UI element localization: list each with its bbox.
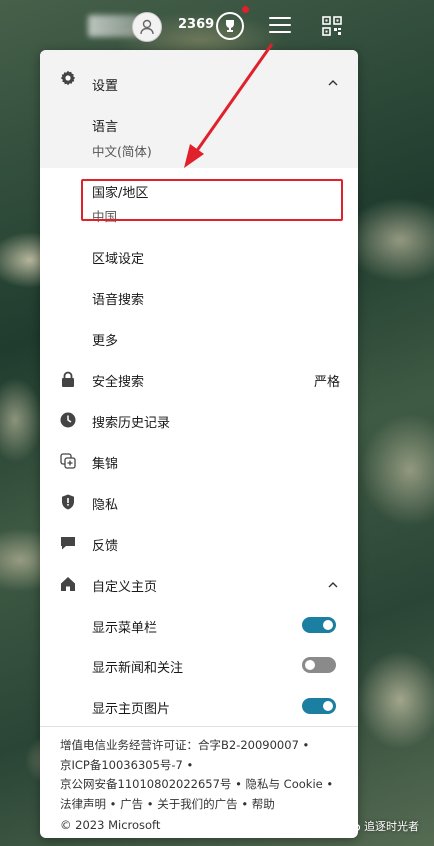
chevron-up-icon[interactable] bbox=[328, 78, 338, 88]
safe-search-label: 安全搜索 bbox=[92, 375, 145, 390]
footer-license: 增值电信业务经营许可证：合字B2-20090007 • bbox=[60, 738, 310, 752]
show-news-label: 显示新闻和关注 bbox=[92, 661, 184, 676]
customize-homepage-header[interactable]: 自定义主页 bbox=[40, 570, 358, 598]
privacy-label: 隐私 bbox=[92, 498, 119, 513]
trophy-icon[interactable] bbox=[216, 12, 244, 40]
settings-header[interactable]: 设置 bbox=[40, 50, 358, 106]
show-image-label: 显示主页图片 bbox=[92, 702, 171, 717]
collections-item[interactable]: 集锦 bbox=[40, 447, 358, 475]
footer-icp: 京ICP备10036305号-7 • bbox=[60, 757, 194, 772]
locale-setting[interactable]: 区域设定 bbox=[40, 242, 358, 270]
footer-divider bbox=[40, 726, 358, 727]
rewards-points[interactable]: 2369 bbox=[178, 17, 214, 32]
chevron-up-icon[interactable] bbox=[328, 580, 338, 590]
search-history-item[interactable]: 搜索历史记录 bbox=[40, 406, 358, 434]
language-label: 语言 bbox=[92, 120, 119, 135]
locale-label: 区域设定 bbox=[92, 252, 145, 267]
show-news-toggle[interactable] bbox=[302, 657, 336, 673]
watermark-text: 追逐时光者 bbox=[364, 820, 419, 833]
search-history-label: 搜索历史记录 bbox=[92, 416, 171, 431]
wechat-icon bbox=[346, 820, 360, 832]
settings-title: 设置 bbox=[92, 79, 119, 94]
notification-dot bbox=[242, 6, 249, 13]
lock-icon bbox=[60, 371, 76, 387]
show-menubar-toggle[interactable] bbox=[302, 617, 336, 633]
feedback-label: 反馈 bbox=[92, 539, 119, 554]
user-icon[interactable] bbox=[132, 12, 162, 42]
clock-icon bbox=[60, 412, 76, 428]
voice-search-label: 语音搜索 bbox=[92, 293, 145, 308]
collections-label: 集锦 bbox=[92, 457, 119, 472]
watermark: 追逐时光者 bbox=[346, 818, 419, 834]
footer-links-2[interactable]: 法律声明 • 广告 • 关于我们的广告 • 帮助 bbox=[60, 795, 350, 815]
footer-copyright: © 2023 Microsoft bbox=[60, 818, 161, 832]
language-value: 中文(简体) bbox=[92, 144, 152, 159]
toggle-row-menubar: 显示菜单栏 bbox=[40, 611, 358, 639]
menu-icon[interactable] bbox=[269, 17, 291, 35]
home-icon bbox=[60, 576, 76, 592]
more-settings[interactable]: 更多 bbox=[40, 324, 358, 352]
qr-code-icon[interactable] bbox=[322, 16, 342, 36]
collections-icon bbox=[60, 453, 76, 469]
feedback-item[interactable]: 反馈 bbox=[40, 529, 358, 557]
gear-icon bbox=[60, 70, 76, 86]
annotation-highlight-box bbox=[81, 179, 343, 221]
language-setting[interactable]: 语言 中文(简体) bbox=[40, 106, 358, 168]
more-label: 更多 bbox=[92, 334, 119, 349]
safe-search-item[interactable]: 安全搜索 严格 bbox=[40, 365, 358, 393]
show-menubar-label: 显示菜单栏 bbox=[92, 621, 158, 636]
footer-links-1[interactable]: 京公网安备11010802022657号 • 隐私与 Cookie • bbox=[60, 775, 350, 795]
voice-search-setting[interactable]: 语音搜索 bbox=[40, 283, 358, 311]
show-image-toggle[interactable] bbox=[302, 698, 336, 714]
shield-icon bbox=[60, 494, 76, 510]
privacy-item[interactable]: 隐私 bbox=[40, 488, 358, 516]
customize-homepage-label: 自定义主页 bbox=[92, 580, 158, 595]
safe-search-value: 严格 bbox=[313, 375, 340, 390]
top-bar: 2369 bbox=[0, 0, 434, 52]
toggle-row-news: 显示新闻和关注 bbox=[40, 651, 358, 679]
toggle-row-image: 显示主页图片 bbox=[40, 692, 358, 720]
feedback-icon bbox=[60, 535, 76, 551]
settings-menu-panel: 设置 语言 中文(简体) 国家/地区 中国 区域设定 语音搜索 更多 安全搜索 … bbox=[40, 50, 358, 838]
footer: 增值电信业务经营许可证：合字B2-20090007 • 京ICP备1003630… bbox=[60, 736, 350, 836]
